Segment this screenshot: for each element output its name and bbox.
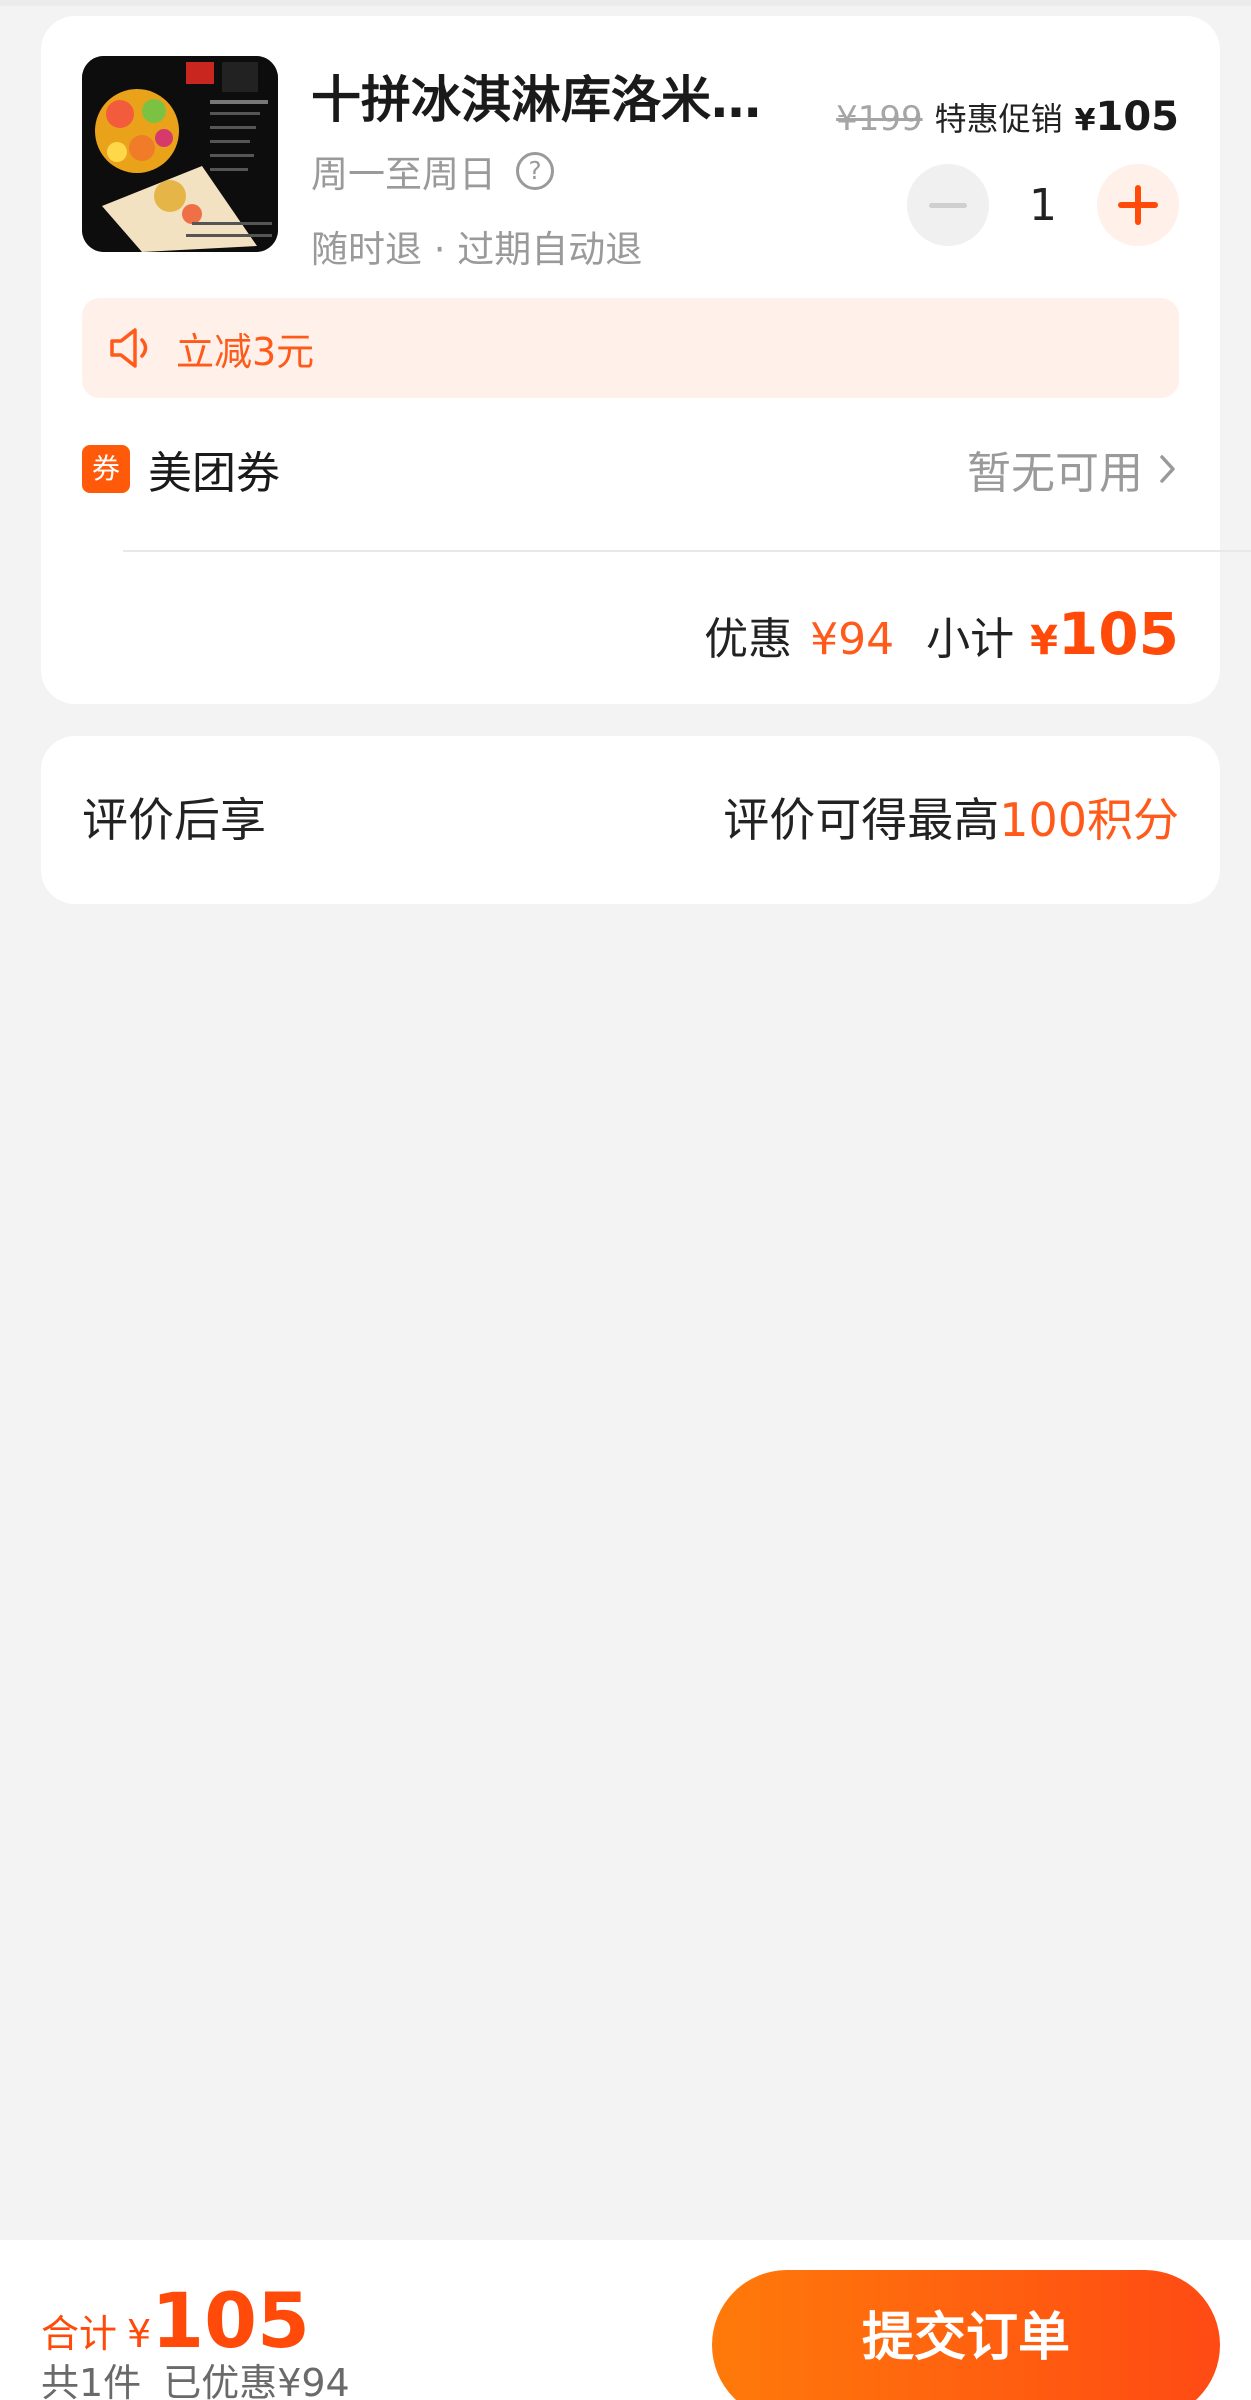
section-divider (123, 550, 1251, 552)
coupon-status-text: 暂无可用 (967, 448, 1143, 499)
quantity-stepper: 1 (907, 164, 1179, 246)
review-reward-prefix: 评价可得最高 (723, 793, 1000, 847)
review-label: 评价后享 (82, 793, 266, 847)
submit-order-button[interactable]: 提交订单 (712, 2270, 1220, 2400)
refund-policy: 随时退 · 过期自动退 (311, 228, 643, 271)
discount-value: ¥94 (810, 614, 895, 665)
item-count: 共1件 (41, 2361, 142, 2400)
price-row: ¥199 特惠促销 ¥105 (836, 94, 1179, 140)
original-price: ¥199 (836, 99, 923, 139)
discount-text: 立减3元 (176, 329, 315, 374)
subtotal-label: 小计 (926, 614, 1015, 665)
coupon-status: 暂无可用 (967, 437, 1179, 501)
question-circle-icon[interactable]: ? (516, 152, 554, 190)
price-summary: 优惠 ¥94 小计 ¥105 (704, 600, 1179, 668)
product-thumbnail[interactable] (82, 56, 278, 252)
product-image-icon (82, 56, 278, 252)
speaker-icon (110, 328, 148, 368)
saved-amount: 已优惠¥94 (163, 2361, 350, 2400)
schedule-text: 周一至周日 (311, 153, 496, 196)
total-currency: ¥ (127, 2312, 152, 2356)
coupon-row[interactable]: 券 美团券 暂无可用 (82, 434, 1179, 504)
total-label: 合计 (41, 2312, 118, 2356)
current-price: ¥105 (1075, 94, 1179, 140)
subtotal-value: ¥105 (1030, 600, 1179, 668)
quantity-value: 1 (1029, 179, 1057, 231)
review-card: 评价后享 评价可得最高100积分 (41, 736, 1220, 904)
review-reward-points: 100积分 (999, 793, 1179, 847)
coupon-label: 美团券 (148, 448, 280, 499)
product-title: 十拼冰淇淋库洛米… (311, 71, 761, 129)
order-card: 十拼冰淇淋库洛米… 周一至周日 ? 随时退 · 过期自动退 ¥199 特惠促销 … (41, 16, 1251, 704)
subtotal-amount: 105 (1057, 600, 1179, 668)
product-schedule: 周一至周日 ? (311, 144, 554, 198)
top-divider (0, 0, 1251, 6)
coupon-icon: 券 (82, 445, 130, 493)
minus-icon (929, 202, 967, 208)
promo-label: 特惠促销 (934, 100, 1063, 138)
price-currency: ¥ (1074, 103, 1096, 138)
order-page: 十拼冰淇淋库洛米… 周一至周日 ? 随时退 · 过期自动退 ¥199 特惠促销 … (0, 0, 1251, 2400)
discount-banner: 立减3元 (82, 298, 1179, 398)
order-count-line: 共1件 已优惠¥94 (41, 2352, 350, 2400)
price-value: 105 (1095, 94, 1180, 140)
review-reward: 评价可得最高100积分 (723, 784, 1179, 850)
increase-button[interactable] (1097, 164, 1179, 246)
bottom-bar: 合计 ¥ 105 共1件 已优惠¥94 提交订单 (0, 2240, 1251, 2400)
chevron-right-icon (1160, 455, 1175, 483)
plus-icon (1118, 185, 1158, 225)
discount-label: 优惠 (704, 614, 793, 665)
subtotal-currency: ¥ (1030, 618, 1058, 664)
decrease-button[interactable] (907, 164, 989, 246)
